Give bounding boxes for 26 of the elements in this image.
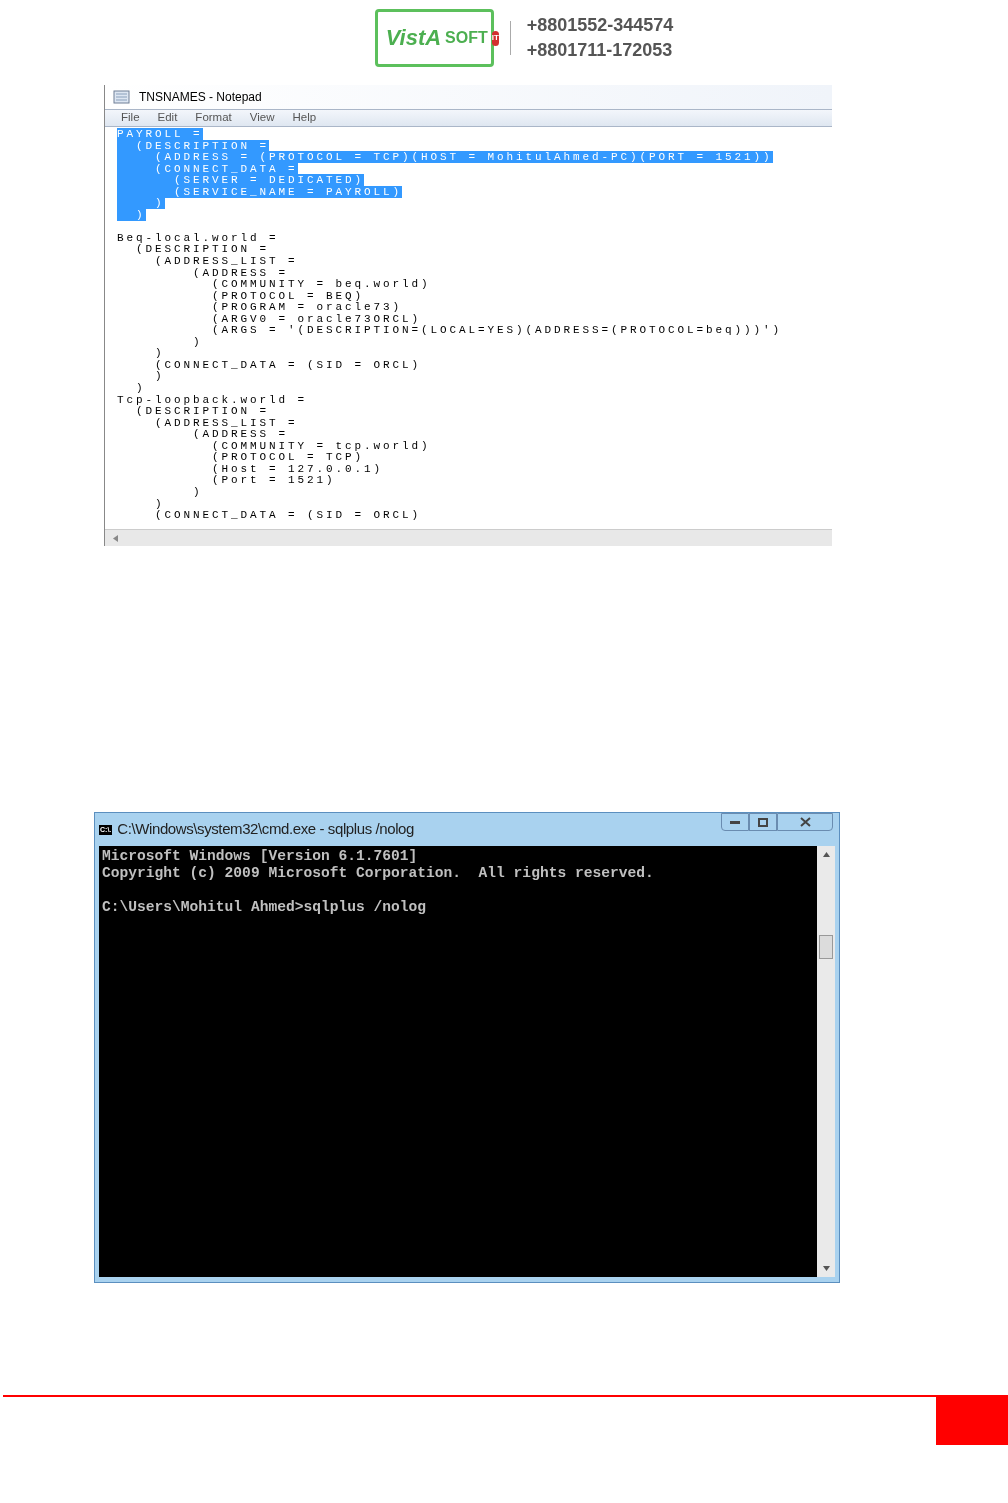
notepad-icon bbox=[113, 90, 131, 104]
phone-number: +8801711-172053 bbox=[526, 39, 674, 62]
scroll-up-icon bbox=[822, 852, 830, 857]
logo-word: VistA bbox=[385, 27, 442, 49]
scroll-down-icon bbox=[822, 1266, 830, 1271]
menu-item[interactable]: Format bbox=[195, 109, 232, 127]
scroll-left-icon bbox=[113, 534, 118, 542]
phone-number: +8801552-344574 bbox=[526, 14, 674, 37]
logo-word: SOFT bbox=[445, 30, 488, 46]
menu-item[interactable]: View bbox=[249, 109, 275, 127]
menu-item[interactable]: Help bbox=[292, 109, 317, 127]
window-title: C:\Windows\system32\cmd.exe - sqlplus /nolog bbox=[117, 819, 414, 840]
minimize-button[interactable] bbox=[721, 813, 749, 831]
maximize-button[interactable] bbox=[749, 813, 777, 831]
console-line: Microsoft Windows [Version 6.1.7601] bbox=[102, 848, 418, 864]
maximize-icon bbox=[758, 817, 768, 827]
close-button[interactable] bbox=[777, 813, 833, 831]
close-icon bbox=[799, 817, 811, 827]
console-line: Copyright (c) 2009 Microsoft Corporation. All rights reserved. bbox=[102, 865, 654, 881]
logo-badge: IT bbox=[491, 30, 499, 46]
console-line: C:\Users\Mohitul Ahmed>sqlplus /nolog bbox=[102, 899, 427, 915]
scroll-thumb[interactable] bbox=[819, 934, 833, 959]
minimize-icon bbox=[730, 820, 740, 824]
window-title: TNSNAMES - Notepad bbox=[139, 89, 262, 106]
menu-item[interactable]: File bbox=[121, 109, 140, 127]
menu-item[interactable]: Edit bbox=[157, 109, 178, 127]
